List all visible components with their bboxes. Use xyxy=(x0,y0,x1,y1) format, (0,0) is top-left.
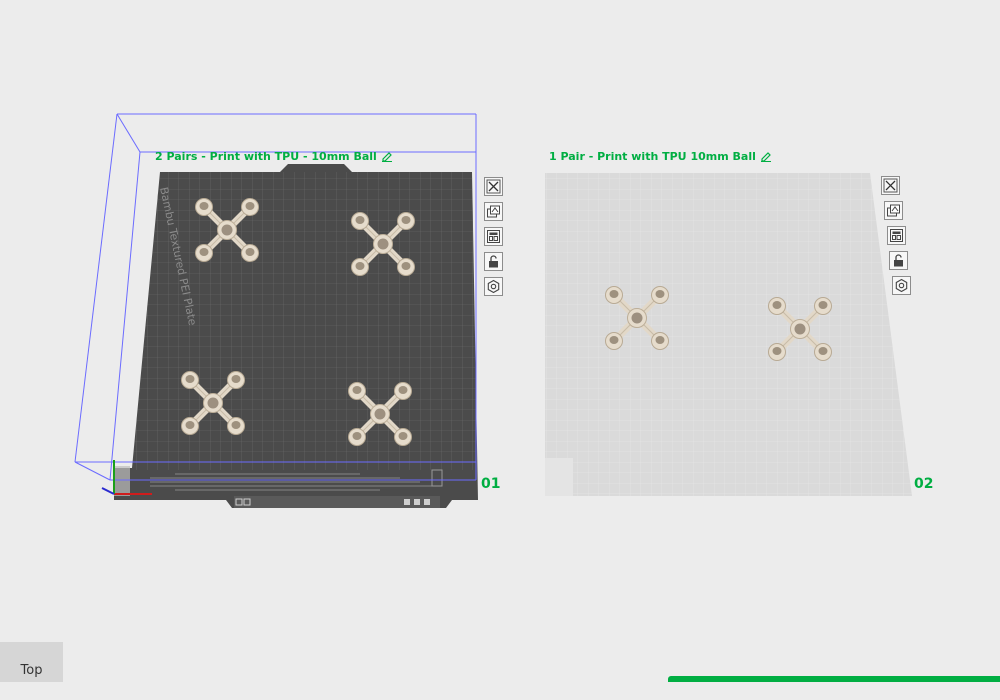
plate-settings-button[interactable] xyxy=(892,276,911,295)
progress-bar xyxy=(668,676,1000,682)
lock-plate-button[interactable] xyxy=(484,252,503,271)
edit-icon[interactable] xyxy=(760,150,772,165)
plate-02[interactable] xyxy=(545,173,912,496)
lock-plate-button[interactable] xyxy=(889,251,908,270)
arrange-button[interactable] xyxy=(887,226,906,245)
excluded-region xyxy=(114,466,130,496)
arrange-button[interactable] xyxy=(484,227,503,246)
plate-name-text: 2 Pairs - Print with TPU - 10mm Ball xyxy=(155,150,377,163)
auto-orient-button[interactable] xyxy=(484,202,503,221)
plate-name-01[interactable]: 2 Pairs - Print with TPU - 10mm Ball xyxy=(155,150,393,165)
viewport-3d[interactable]: Bambu Textured PEI Plate xyxy=(0,0,1000,682)
plate-number-02[interactable]: 02 xyxy=(914,476,933,492)
plate-01[interactable]: Bambu Textured PEI Plate xyxy=(114,164,478,508)
close-plate-button[interactable] xyxy=(484,177,503,196)
plate-settings-button[interactable] xyxy=(484,277,503,296)
view-top-button[interactable]: Top xyxy=(0,642,63,682)
plate-name-text: 1 Pair - Print with TPU 10mm Ball xyxy=(549,150,756,163)
plate-name-02[interactable]: 1 Pair - Print with TPU 10mm Ball xyxy=(549,150,772,165)
plate-number-01[interactable]: 01 xyxy=(481,476,500,492)
edit-icon[interactable] xyxy=(381,150,393,165)
auto-orient-button[interactable] xyxy=(884,201,903,220)
close-plate-button[interactable] xyxy=(881,176,900,195)
